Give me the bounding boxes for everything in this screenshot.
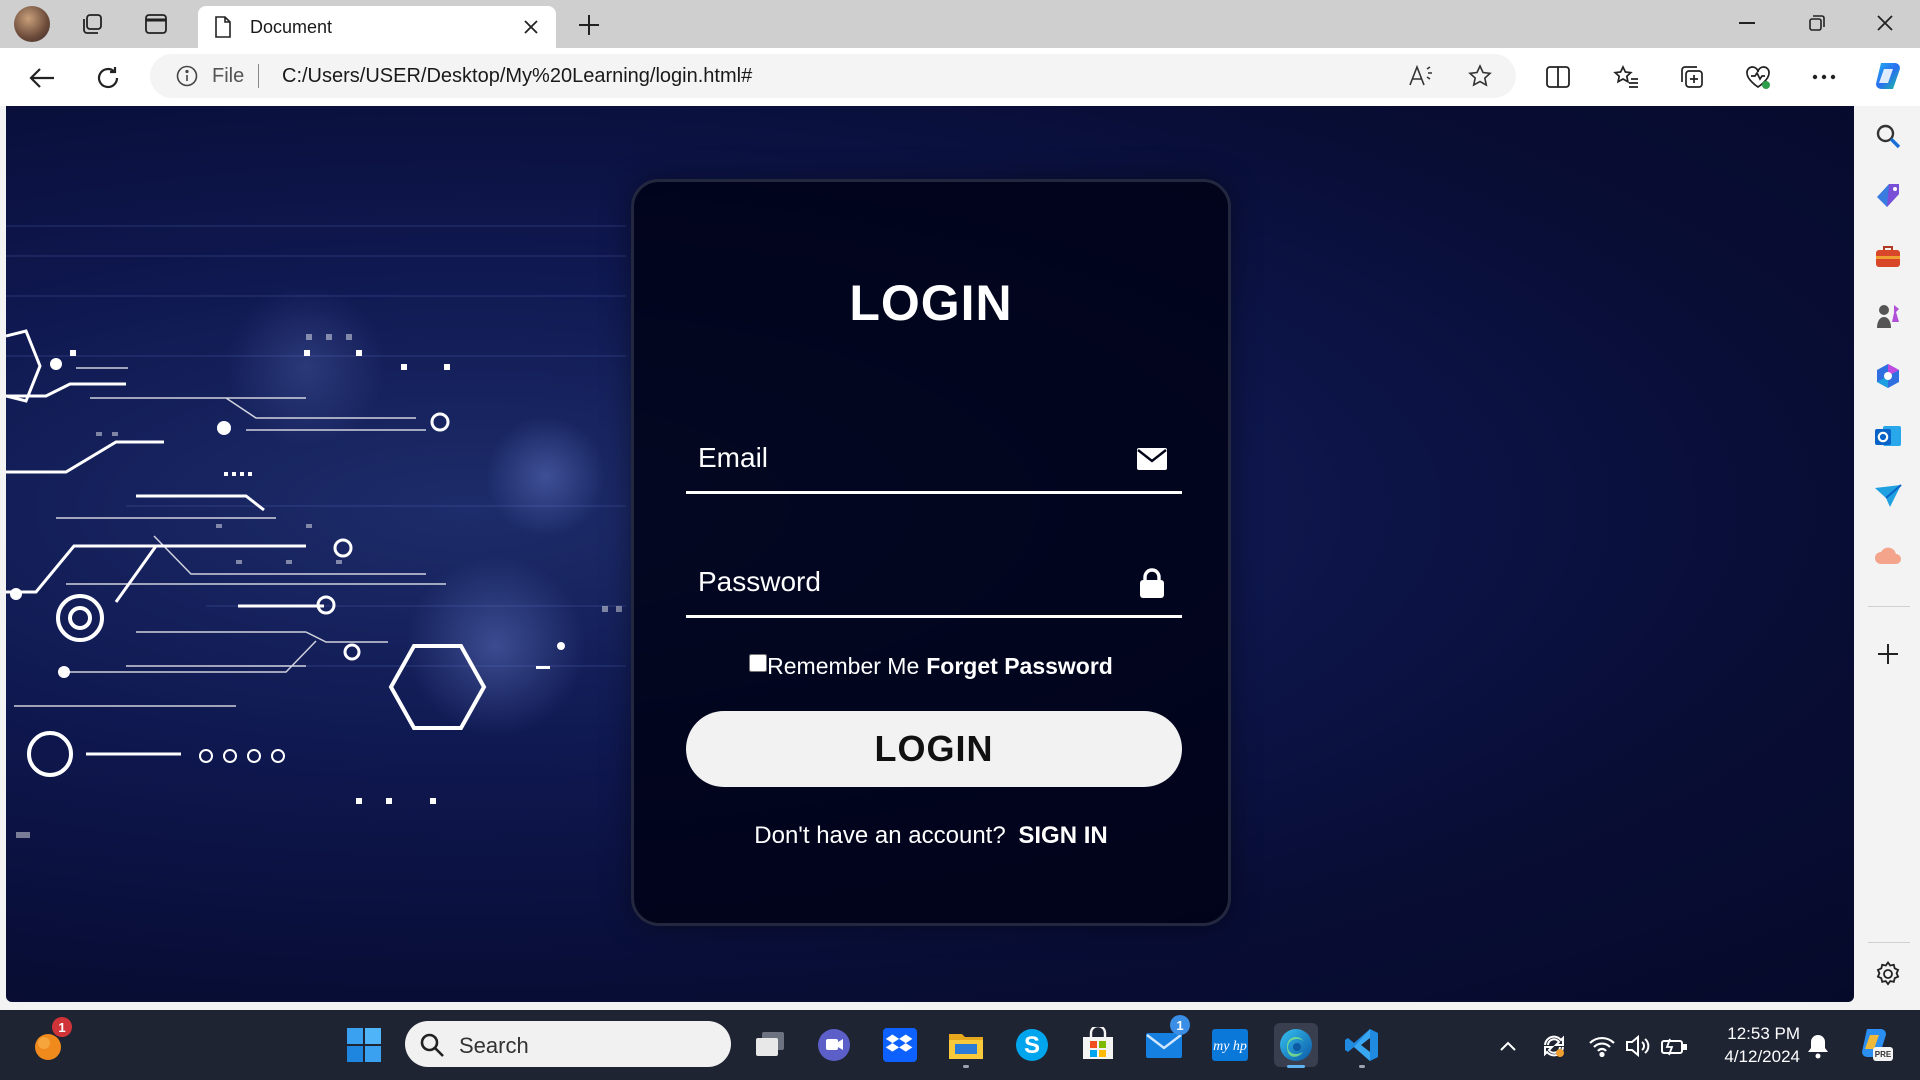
- games-icon[interactable]: [1872, 300, 1904, 332]
- myhp-icon[interactable]: my hp: [1208, 1023, 1252, 1067]
- notification-bell-icon[interactable]: [1804, 1032, 1832, 1060]
- remember-row: Remember Me Forget Password: [634, 653, 1228, 680]
- taskbar-search-placeholder: Search: [459, 1033, 529, 1058]
- close-icon[interactable]: [514, 10, 548, 44]
- collections-icon[interactable]: [1677, 62, 1707, 92]
- envelope-icon: [1136, 444, 1168, 474]
- favorite-star-icon[interactable]: [1467, 63, 1493, 89]
- back-arrow-icon[interactable]: [24, 60, 60, 96]
- cloud-icon[interactable]: [1872, 540, 1904, 572]
- volume-icon[interactable]: [1624, 1032, 1652, 1060]
- sync-icon[interactable]: [1540, 1032, 1568, 1060]
- wifi-icon[interactable]: [1588, 1032, 1616, 1060]
- notification-badge: 1: [52, 1017, 72, 1037]
- copilot-icon[interactable]: [1870, 58, 1906, 94]
- sidebar-divider: [1868, 606, 1910, 607]
- vscode-icon[interactable]: [1340, 1023, 1384, 1068]
- clock-time: 12:53 PM: [1727, 1024, 1800, 1043]
- settings-gear-icon[interactable]: [1872, 958, 1904, 990]
- page-viewport: LOGIN Remember Me Forget Password LOGIN …: [6, 106, 1854, 1002]
- password-input[interactable]: [698, 564, 1118, 600]
- tab-title: Document: [250, 16, 333, 37]
- url-scheme-label: File: [212, 65, 245, 87]
- mail-icon[interactable]: 1: [1142, 1015, 1190, 1067]
- document-icon: [214, 16, 232, 38]
- signup-prompt: Don't have an account?: [754, 822, 1006, 849]
- taskbar-clock[interactable]: 12:53 PM 4/12/2024: [1704, 1022, 1800, 1068]
- profile-avatar[interactable]: [14, 6, 50, 42]
- remember-me-label[interactable]: Remember Me: [767, 653, 919, 680]
- login-card: LOGIN Remember Me Forget Password LOGIN …: [631, 179, 1231, 926]
- taskbar-search-box[interactable]: Search: [405, 1021, 731, 1067]
- circuit-background-art: [6, 225, 626, 838]
- minimize-icon[interactable]: [1714, 0, 1780, 46]
- edge-browser-icon[interactable]: [1274, 1023, 1318, 1068]
- browser-navbar: File C:/Users/USER/Desktop/My%20Learning…: [0, 48, 1920, 106]
- sign-in-link[interactable]: SIGN IN: [1018, 822, 1107, 849]
- window-close-icon[interactable]: [1852, 0, 1918, 46]
- favorites-icon[interactable]: [1611, 62, 1641, 92]
- battery-icon[interactable]: [1660, 1032, 1688, 1060]
- file-explorer-icon[interactable]: [944, 1023, 988, 1068]
- signup-row: Don't have an account? SIGN IN: [634, 822, 1228, 850]
- url-separator: [258, 64, 259, 88]
- drop-send-icon[interactable]: [1872, 480, 1904, 512]
- task-view-icon[interactable]: [748, 1023, 792, 1067]
- email-field: [686, 422, 1182, 494]
- vertical-tabs-icon[interactable]: [140, 8, 172, 40]
- login-button[interactable]: LOGIN: [686, 711, 1182, 787]
- svg-text:PRE: PRE: [1875, 1050, 1892, 1059]
- refresh-icon[interactable]: [90, 60, 126, 96]
- restore-icon[interactable]: [1784, 0, 1850, 46]
- remember-me-checkbox[interactable]: [749, 653, 768, 672]
- tools-briefcase-icon[interactable]: [1872, 240, 1904, 272]
- skype-icon[interactable]: S: [1010, 1023, 1054, 1067]
- email-input[interactable]: [698, 440, 1118, 476]
- chevron-up-icon[interactable]: [1494, 1032, 1522, 1060]
- browser-titlebar: Document: [0, 0, 1920, 48]
- clock-date: 4/12/2024: [1724, 1047, 1800, 1066]
- url-text[interactable]: C:/Users/USER/Desktop/My%20Learning/logi…: [282, 65, 752, 88]
- active-indicator: [963, 1065, 969, 1068]
- svg-text:S: S: [1024, 1032, 1040, 1059]
- address-bar[interactable]: File C:/Users/USER/Desktop/My%20Learning…: [150, 54, 1516, 98]
- svg-text:my hp: my hp: [1213, 1039, 1247, 1054]
- add-icon[interactable]: [1872, 638, 1904, 670]
- search-icon: [419, 1032, 445, 1063]
- microsoft365-icon[interactable]: [1872, 360, 1904, 392]
- login-title: LOGIN: [849, 275, 1013, 331]
- weather-widget-icon[interactable]: 1: [26, 1017, 72, 1067]
- active-indicator: [1359, 1065, 1365, 1068]
- mail-badge: 1: [1170, 1015, 1190, 1035]
- info-icon[interactable]: [176, 65, 198, 87]
- read-aloud-icon[interactable]: [1408, 63, 1434, 89]
- forget-password-link[interactable]: Forget Password: [926, 653, 1113, 680]
- microsoft-store-icon[interactable]: [1076, 1023, 1120, 1067]
- copilot-preview-icon[interactable]: PRE: [1854, 1024, 1894, 1064]
- plus-icon[interactable]: [572, 8, 606, 42]
- active-indicator: [1287, 1065, 1305, 1068]
- edge-sidebar: [1856, 106, 1920, 1010]
- windows-start-icon[interactable]: [342, 1023, 386, 1067]
- split-screen-icon[interactable]: [1543, 62, 1573, 92]
- teams-chat-icon[interactable]: [812, 1023, 856, 1067]
- shopping-tag-icon[interactable]: [1872, 180, 1904, 212]
- workspaces-icon[interactable]: [76, 8, 108, 40]
- dropbox-icon[interactable]: [878, 1023, 922, 1067]
- search-icon[interactable]: [1872, 120, 1904, 152]
- password-field: [686, 546, 1182, 618]
- outlook-icon[interactable]: [1872, 420, 1904, 452]
- browser-tab-active[interactable]: Document: [198, 6, 556, 48]
- more-icon[interactable]: [1809, 62, 1839, 92]
- browser-essentials-icon[interactable]: [1743, 62, 1773, 92]
- sidebar-divider-bottom: [1868, 942, 1910, 943]
- windows-taskbar: 1 Search S 1 my hp 12:53 PM 4/12/2024 PR…: [0, 1010, 1920, 1080]
- lock-icon: [1136, 568, 1168, 598]
